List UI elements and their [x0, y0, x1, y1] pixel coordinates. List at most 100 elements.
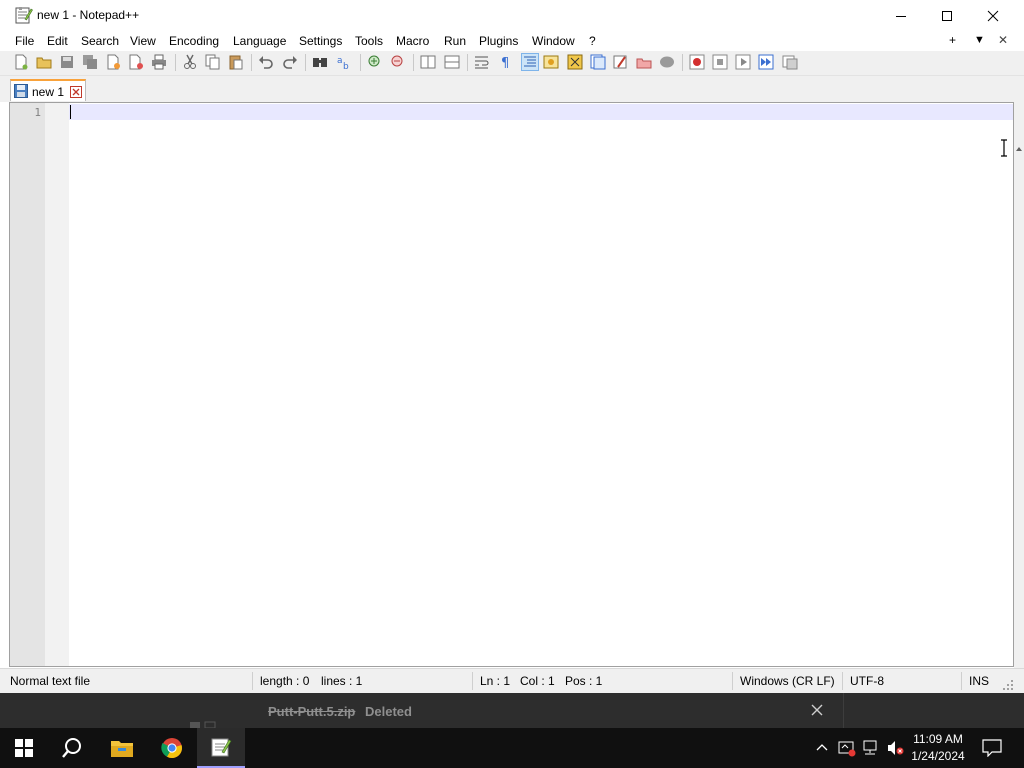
- security-alert-icon[interactable]: [838, 739, 856, 757]
- menu-bar: File Edit Search View Encoding Language …: [0, 31, 1024, 51]
- menu-tools[interactable]: Tools: [355, 34, 383, 48]
- svg-text:a: a: [337, 56, 343, 66]
- taskbar-search-button[interactable]: [48, 728, 96, 768]
- show-all-characters-icon[interactable]: ¶: [498, 54, 514, 70]
- toolbar-separator: [413, 54, 414, 71]
- copy-icon[interactable]: [205, 54, 221, 70]
- notification-close-icon[interactable]: [810, 703, 824, 717]
- print-icon[interactable]: [151, 54, 167, 70]
- macro-run-multiple-icon[interactable]: [758, 54, 774, 70]
- menu-edit[interactable]: Edit: [47, 34, 68, 48]
- menu-macro[interactable]: Macro: [396, 34, 429, 48]
- status-divider: [252, 672, 253, 690]
- minimize-icon: [896, 15, 906, 17]
- zoom-out-icon[interactable]: [390, 54, 406, 70]
- scroll-up-arrow-icon[interactable]: [1015, 145, 1023, 153]
- network-icon[interactable]: [862, 739, 880, 757]
- deleted-status-label: Deleted: [365, 704, 412, 719]
- menu-language[interactable]: Language: [233, 34, 286, 48]
- svg-text:¶: ¶: [501, 56, 509, 70]
- fold-margin[interactable]: [45, 103, 69, 666]
- close-icon: [987, 10, 999, 21]
- menu-search[interactable]: Search: [81, 34, 119, 48]
- windows-taskbar: 11:09 AM 1/24/2024: [0, 728, 1024, 768]
- show-hidden-icons-chevron-icon[interactable]: [816, 742, 828, 752]
- taskbar-file-explorer[interactable]: [98, 728, 146, 768]
- menu-settings[interactable]: Settings: [299, 34, 342, 48]
- save-icon[interactable]: [59, 54, 75, 70]
- minimize-button[interactable]: [878, 0, 924, 31]
- zoom-in-icon[interactable]: [367, 54, 383, 70]
- chrome-icon: [161, 738, 182, 759]
- redo-icon[interactable]: [282, 54, 298, 70]
- taskbar-chrome[interactable]: [148, 728, 196, 768]
- maximize-button[interactable]: [924, 0, 970, 31]
- document-map-icon[interactable]: [567, 54, 583, 70]
- taskbar-clock-time[interactable]: 11:09 AM: [900, 732, 976, 746]
- status-divider: [732, 672, 733, 690]
- toolbar-separator: [305, 54, 306, 71]
- close-document-button[interactable]: ✕: [998, 33, 1008, 47]
- file-explorer-icon: [111, 741, 133, 757]
- vertical-scrollbar[interactable]: [1014, 102, 1024, 726]
- macro-save-icon[interactable]: [782, 54, 798, 70]
- tab-list-dropdown-button[interactable]: ▼: [974, 34, 985, 46]
- menu-run[interactable]: Run: [444, 34, 466, 48]
- status-lines: lines : 1: [321, 674, 363, 688]
- window-title: new 1 - Notepad++: [37, 8, 140, 22]
- tab-close-icon[interactable]: [70, 86, 82, 98]
- macro-record-icon[interactable]: [689, 54, 705, 70]
- menu-plugins[interactable]: Plugins: [479, 34, 518, 48]
- text-editor[interactable]: 1: [9, 102, 1014, 667]
- document-tab-bar: new 1: [0, 76, 1024, 102]
- tab-label: new 1: [32, 85, 65, 99]
- status-eol-format[interactable]: Windows (CR LF): [740, 669, 835, 693]
- menu-file[interactable]: File: [15, 34, 34, 48]
- menu-window[interactable]: Window: [532, 34, 575, 48]
- status-insert-mode[interactable]: INS: [969, 669, 989, 693]
- title-bar[interactable]: new 1 - Notepad++: [0, 0, 1024, 31]
- indent-guide-icon[interactable]: [521, 53, 539, 71]
- search-icon: [62, 738, 81, 758]
- toolbar-separator: [682, 54, 683, 71]
- paste-icon[interactable]: [228, 54, 244, 70]
- new-tab-plus-button[interactable]: +: [949, 33, 956, 47]
- status-position: Pos : 1: [565, 674, 603, 688]
- undo-icon[interactable]: [258, 54, 274, 70]
- function-list-icon[interactable]: [590, 54, 606, 70]
- status-encoding[interactable]: UTF-8: [850, 669, 884, 693]
- status-file-type: Normal text file: [10, 674, 91, 688]
- close-button[interactable]: [970, 0, 1016, 31]
- macro-play-icon[interactable]: [735, 54, 751, 70]
- folder-as-workspace-icon[interactable]: [613, 54, 629, 70]
- resize-grip-icon[interactable]: [1003, 680, 1015, 692]
- menu-view[interactable]: View: [130, 34, 156, 48]
- line-number: 1: [34, 106, 41, 119]
- toolbar-separator: [467, 54, 468, 71]
- sync-horizontal-icon[interactable]: [444, 54, 460, 70]
- macro-stop-icon[interactable]: [712, 54, 728, 70]
- taskbar-notepadpp[interactable]: [197, 728, 245, 768]
- download-notification-bar: Putt-Putt.5.zip Deleted: [0, 693, 1024, 728]
- new-file-icon[interactable]: [13, 54, 29, 70]
- doc-list-icon[interactable]: [659, 54, 675, 70]
- save-all-icon[interactable]: [82, 54, 98, 70]
- toolbar-separator: [251, 54, 252, 71]
- deleted-file-name: Putt-Putt.5.zip: [268, 704, 356, 719]
- sync-vertical-icon[interactable]: [420, 54, 436, 70]
- monitoring-folder-icon[interactable]: [636, 54, 652, 70]
- tab-new-1[interactable]: new 1: [10, 79, 86, 101]
- word-wrap-icon[interactable]: [474, 54, 490, 70]
- find-icon[interactable]: [312, 54, 328, 70]
- close-all-icon[interactable]: [128, 54, 144, 70]
- notifications-icon[interactable]: [982, 739, 1002, 757]
- open-file-icon[interactable]: [36, 54, 52, 70]
- menu-help[interactable]: ?: [589, 34, 596, 48]
- replace-icon[interactable]: ab: [336, 54, 352, 70]
- menu-encoding[interactable]: Encoding: [169, 34, 219, 48]
- start-button[interactable]: [0, 728, 48, 768]
- taskbar-clock-date[interactable]: 1/24/2024: [900, 749, 976, 763]
- user-defined-language-icon[interactable]: [543, 54, 559, 70]
- cut-icon[interactable]: [182, 54, 198, 70]
- close-file-icon[interactable]: [105, 54, 121, 70]
